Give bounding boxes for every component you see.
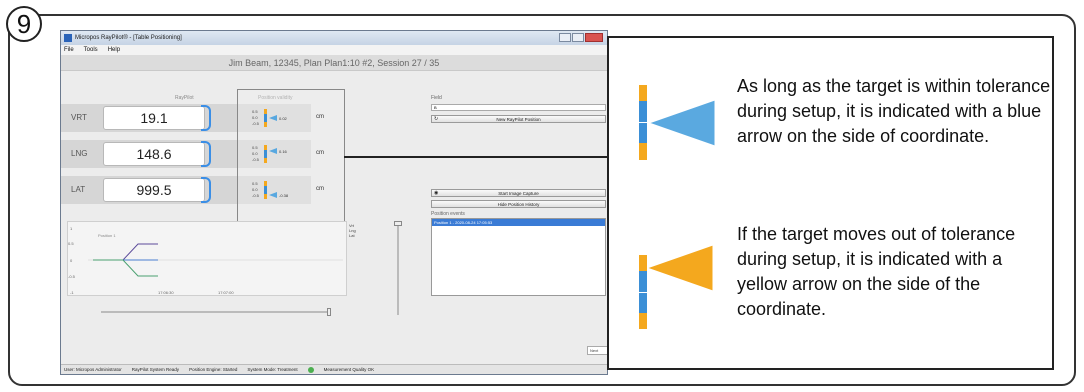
tolerance-bar xyxy=(264,109,267,127)
session-info: Jim Beam, 12345, Plan Plan1:10 #2, Sessi… xyxy=(61,55,607,71)
in-tolerance-arrow-icon xyxy=(269,192,277,198)
time-slider[interactable] xyxy=(101,308,331,316)
series-title: Position 1 xyxy=(98,233,116,238)
vertical-zoom-slider[interactable] xyxy=(394,221,402,315)
y-tick: 1 xyxy=(70,226,73,231)
quality-ok-icon xyxy=(307,366,314,373)
mini-scale: 0.5 0.0 -0.5 xyxy=(252,181,259,198)
yellow-arrow-description: If the target moves out of tolerance dur… xyxy=(737,224,1016,319)
series-line-vrt xyxy=(93,243,158,261)
x-tick: 17:06:30 xyxy=(158,290,174,295)
start-image-capture-button[interactable]: ◉ Start Image Capture xyxy=(431,189,606,197)
offset-value: -0.38 xyxy=(279,193,289,198)
status-engine: Position Engine: Started xyxy=(189,367,238,372)
menu-bar: File Tools Help xyxy=(61,45,607,55)
mini-scale: 0.5 0.0 -0.5 xyxy=(252,109,259,126)
y-tick: 0.5 xyxy=(68,241,74,246)
tolerance-bar xyxy=(264,145,267,163)
step-number-badge: 9 xyxy=(6,6,42,42)
menu-file[interactable]: File xyxy=(64,47,74,53)
coordinate-brace xyxy=(201,141,211,167)
camera-icon: ◉ xyxy=(434,190,439,196)
maximize-button[interactable] xyxy=(572,33,584,42)
position-history-chart: 1 0.5 0 -0.5 -1 Position 1 17:06:30 17:0… xyxy=(67,221,347,296)
close-button[interactable] xyxy=(585,33,603,42)
tolerance-bar xyxy=(264,181,267,199)
coordinate-brace xyxy=(201,105,211,131)
raypilot-window: Micropos RayPilot® - [Table Positioning]… xyxy=(60,30,608,375)
legend-lat: Lat xyxy=(349,233,355,238)
coordinate-value: 19.1 xyxy=(103,106,205,130)
menu-help[interactable]: Help xyxy=(108,47,120,53)
in-tolerance-arrow-icon xyxy=(269,148,277,154)
status-quality: Measurement Quality OK xyxy=(323,367,375,372)
axis-label: LAT xyxy=(71,185,86,194)
coordinate-value: 999.5 xyxy=(103,178,205,202)
axis-label: LNG xyxy=(71,149,88,158)
chart-legend: Vrt Lng Lat xyxy=(349,223,356,238)
position-events-label: Position events xyxy=(431,211,465,217)
in-tolerance-arrow-icon xyxy=(269,115,277,121)
unit-label: cm xyxy=(316,114,324,120)
status-system: RayPilot System Ready xyxy=(131,367,180,372)
unit-label: cm xyxy=(316,150,324,156)
y-tick: 0 xyxy=(70,258,73,263)
hide-position-history-button[interactable]: Hide Position History xyxy=(431,200,606,208)
next-button[interactable]: Next xyxy=(587,346,607,355)
axis-label: VRT xyxy=(71,113,87,122)
y-tick: -1 xyxy=(70,290,74,295)
status-user: User: Micropos Administrator xyxy=(64,367,122,372)
tolerance-bar-blue-example xyxy=(639,85,647,160)
window-titlebar: Micropos RayPilot® - [Table Positioning] xyxy=(61,31,607,45)
field-label: Field xyxy=(431,95,442,101)
unit-label: cm xyxy=(316,186,324,192)
slider-knob[interactable] xyxy=(394,221,402,226)
position-validity-panel: 0.5 0.0 -0.5 0.02 cm 0.5 0.0 -0.5 0.16 cm 0.… xyxy=(237,89,345,225)
mini-scale: 0.5 0.0 -0.5 xyxy=(252,145,259,162)
tolerance-bar-yellow-example xyxy=(639,255,647,329)
position-events-list[interactable]: Position 1 - 2020-08-24 17:05:53 xyxy=(431,218,606,296)
raypilot-section-label: RayPilot xyxy=(175,95,194,101)
offset-value: 0.16 xyxy=(279,149,287,154)
blue-arrow-icon xyxy=(649,100,715,146)
window-title: Micropos RayPilot® - [Table Positioning] xyxy=(75,35,182,41)
blue-arrow-description: As long as the target is within toleranc… xyxy=(737,76,1051,146)
y-tick: -0.5 xyxy=(68,274,76,279)
status-bar: User: Micropos Administrator RayPilot Sy… xyxy=(61,364,607,374)
minimize-button[interactable] xyxy=(559,33,571,42)
field-select[interactable]: B xyxy=(431,104,606,111)
slider-knob[interactable] xyxy=(327,308,331,316)
coordinate-value: 148.6 xyxy=(103,142,205,166)
refresh-icon: ↻ xyxy=(434,116,439,122)
menu-tools[interactable]: Tools xyxy=(84,47,98,53)
coordinate-brace xyxy=(201,177,211,203)
status-mode: System Mode: Treatment xyxy=(247,367,298,372)
window-controls xyxy=(559,33,603,42)
callout-connector-line xyxy=(344,156,608,158)
series-line-lat xyxy=(93,259,158,277)
callout-panel: As long as the target is within toleranc… xyxy=(607,36,1054,370)
app-icon xyxy=(64,34,72,42)
chart-svg: 1 0.5 0 -0.5 -1 Position 1 17:06:30 17:0… xyxy=(68,226,343,295)
offset-value: 0.02 xyxy=(279,116,287,121)
new-position-button[interactable]: ↻ New RayPilot Position xyxy=(431,115,606,123)
yellow-arrow-icon xyxy=(647,245,713,291)
list-item[interactable]: Position 1 - 2020-08-24 17:05:53 xyxy=(432,219,605,226)
x-tick: 17:07:00 xyxy=(218,290,234,295)
